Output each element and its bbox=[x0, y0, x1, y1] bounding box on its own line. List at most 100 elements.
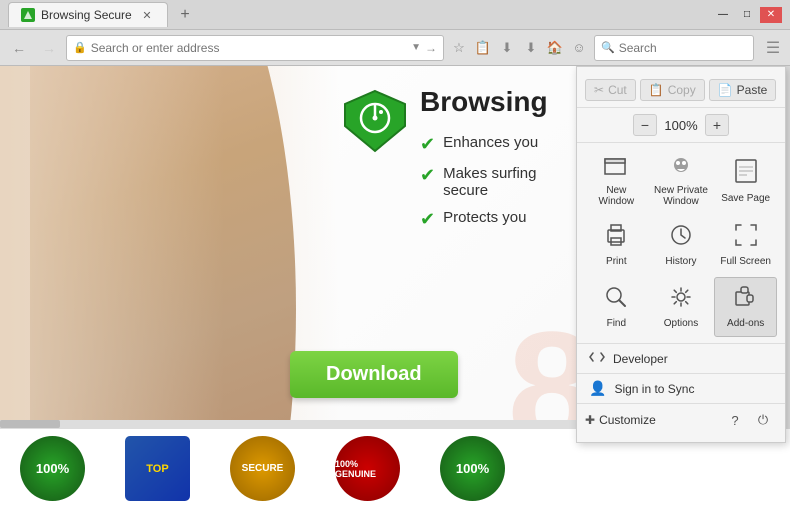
menu-sign-in[interactable]: 👤 Sign in to Sync bbox=[577, 373, 785, 403]
shield-logo bbox=[340, 86, 410, 156]
window-controls: — □ ✕ bbox=[712, 7, 782, 23]
customize-label[interactable]: Customize bbox=[599, 413, 721, 427]
badge-5: 100% bbox=[440, 436, 505, 501]
download-icon[interactable]: ⬇ bbox=[520, 37, 542, 59]
fullscreen-label: Full Screen bbox=[720, 256, 771, 267]
find-label: Find bbox=[607, 318, 626, 329]
new-tab-button[interactable]: + bbox=[174, 4, 196, 26]
developer-icon bbox=[589, 350, 605, 367]
menu-grid: New Window New Private Window bbox=[577, 143, 785, 344]
title-bar-left: Browsing Secure ✕ + bbox=[8, 2, 196, 27]
home-icon[interactable]: 🏠 bbox=[544, 37, 566, 59]
sign-in-icon: 👤 bbox=[589, 380, 606, 397]
edit-row: ✂ Cut 📋 Copy 📄 Paste bbox=[585, 77, 777, 103]
feature-text-3: Protects you bbox=[443, 209, 526, 226]
badge-5-text: 100% bbox=[456, 461, 489, 476]
address-input[interactable] bbox=[91, 41, 407, 55]
site-features: ✔ Enhances you ✔ Makes surfing secure ✔ … bbox=[420, 134, 570, 230]
menu-history[interactable]: History bbox=[650, 215, 713, 275]
new-private-window-icon bbox=[669, 155, 693, 181]
cut-icon: ✂ bbox=[594, 83, 604, 97]
cut-button[interactable]: ✂ Cut bbox=[585, 79, 636, 101]
zoom-value: 100% bbox=[661, 118, 701, 133]
address-bar[interactable]: 🔒 ▼ → bbox=[66, 35, 444, 61]
paste-icon: 📄 bbox=[718, 83, 733, 97]
check-icon-2: ✔ bbox=[420, 165, 435, 186]
feature-item-3: ✔ Protects you bbox=[420, 209, 570, 230]
fullscreen-icon bbox=[735, 224, 757, 252]
paste-button[interactable]: 📄 Paste bbox=[709, 79, 777, 101]
forward-button[interactable]: → bbox=[36, 35, 62, 61]
title-bar: Browsing Secure ✕ + — □ ✕ bbox=[0, 0, 790, 30]
back-button[interactable]: ← bbox=[6, 35, 32, 61]
history-icon bbox=[670, 224, 692, 252]
badge-3: SECURE bbox=[230, 436, 295, 501]
address-dropdown-icon[interactable]: ▼ bbox=[411, 42, 421, 53]
zoom-section: − 100% + bbox=[577, 108, 785, 143]
zoom-in-button[interactable]: + bbox=[705, 114, 729, 136]
menu-new-private-window[interactable]: New Private Window bbox=[650, 149, 713, 213]
nav-bar: ← → 🔒 ▼ → ☆ 📋 ⬇ ⬇ 🏠 ☺ 🔍 ☰ bbox=[0, 30, 790, 66]
close-button[interactable]: ✕ bbox=[760, 7, 782, 23]
edit-section: ✂ Cut 📋 Copy 📄 Paste bbox=[577, 73, 785, 108]
print-label: Print bbox=[606, 256, 627, 267]
help-button[interactable]: ? bbox=[721, 408, 749, 432]
tab-favicon bbox=[21, 8, 35, 22]
content-area: 8.7 Browsing bbox=[0, 66, 790, 508]
copy-button[interactable]: 📋 Copy bbox=[640, 79, 705, 101]
menu-save-page[interactable]: Save Page bbox=[714, 149, 777, 213]
menu-print[interactable]: Print bbox=[585, 215, 648, 275]
options-icon bbox=[670, 286, 692, 314]
secure-icon: 🔒 bbox=[73, 41, 87, 54]
badge-2: TOP bbox=[125, 436, 190, 501]
check-icon-3: ✔ bbox=[420, 209, 435, 230]
search-bar[interactable]: 🔍 bbox=[594, 35, 754, 61]
minimize-button[interactable]: — bbox=[712, 7, 734, 23]
tab-close-button[interactable]: ✕ bbox=[139, 7, 155, 23]
menu-developer[interactable]: Developer bbox=[577, 344, 785, 373]
feature-item-1: ✔ Enhances you bbox=[420, 134, 570, 155]
menu-button[interactable]: ☰ bbox=[762, 37, 784, 59]
sign-in-label: Sign in to Sync bbox=[614, 382, 694, 396]
tab-title: Browsing Secure bbox=[41, 8, 133, 22]
power-button[interactable]: ⏻ bbox=[749, 408, 777, 432]
zoom-row: − 100% + bbox=[585, 112, 777, 138]
bookmark-star-icon[interactable]: ☆ bbox=[448, 37, 470, 59]
save-page-label: Save Page bbox=[721, 193, 770, 204]
address-go-icon[interactable]: → bbox=[425, 41, 437, 55]
search-glass-icon: 🔍 bbox=[601, 41, 615, 54]
new-window-label: New Window bbox=[589, 185, 644, 207]
firefox-menu: ✂ Cut 📋 Copy 📄 Paste − bbox=[576, 66, 786, 443]
feature-text-1: Enhances you bbox=[443, 134, 538, 151]
menu-find[interactable]: Find bbox=[585, 277, 648, 337]
check-icon-1: ✔ bbox=[420, 134, 435, 155]
menu-new-window[interactable]: New Window bbox=[585, 149, 648, 213]
download-button[interactable]: Download bbox=[290, 351, 458, 398]
badge-3-text: SECURE bbox=[242, 463, 284, 474]
zoom-out-button[interactable]: − bbox=[633, 114, 657, 136]
menu-addons[interactable]: Add-ons bbox=[714, 277, 777, 337]
badge-2-text: TOP bbox=[146, 463, 168, 475]
print-icon bbox=[604, 224, 628, 252]
badge-4-text: 100% GENUINE bbox=[335, 459, 400, 479]
addons-icon bbox=[734, 286, 758, 314]
feature-text-2: Makes surfing secure bbox=[443, 165, 570, 199]
menu-options[interactable]: Options bbox=[650, 277, 713, 337]
feature-item-2: ✔ Makes surfing secure bbox=[420, 165, 570, 199]
copy-icon: 📋 bbox=[649, 83, 664, 97]
menu-fullscreen[interactable]: Full Screen bbox=[714, 215, 777, 275]
browser-tab[interactable]: Browsing Secure ✕ bbox=[8, 2, 168, 27]
badge-1-text: 100% bbox=[36, 461, 69, 476]
reading-list-icon[interactable]: 📋 bbox=[472, 37, 494, 59]
pocket-icon[interactable]: ⬇ bbox=[496, 37, 518, 59]
new-window-icon bbox=[604, 155, 628, 181]
browser-window: Browsing Secure ✕ + — □ ✕ ← → 🔒 ▼ → ☆ 📋 … bbox=[0, 0, 790, 508]
maximize-button[interactable]: □ bbox=[736, 7, 758, 23]
search-input[interactable] bbox=[619, 41, 774, 55]
smiley-icon[interactable]: ☺ bbox=[568, 37, 590, 59]
horizontal-scrollbar-thumb[interactable] bbox=[0, 420, 60, 428]
badge-4: 100% GENUINE bbox=[335, 436, 400, 501]
nav-icons: ☆ 📋 ⬇ ⬇ 🏠 ☺ bbox=[448, 37, 590, 59]
options-label: Options bbox=[664, 318, 698, 329]
customize-plus-icon: ✚ bbox=[585, 413, 595, 427]
